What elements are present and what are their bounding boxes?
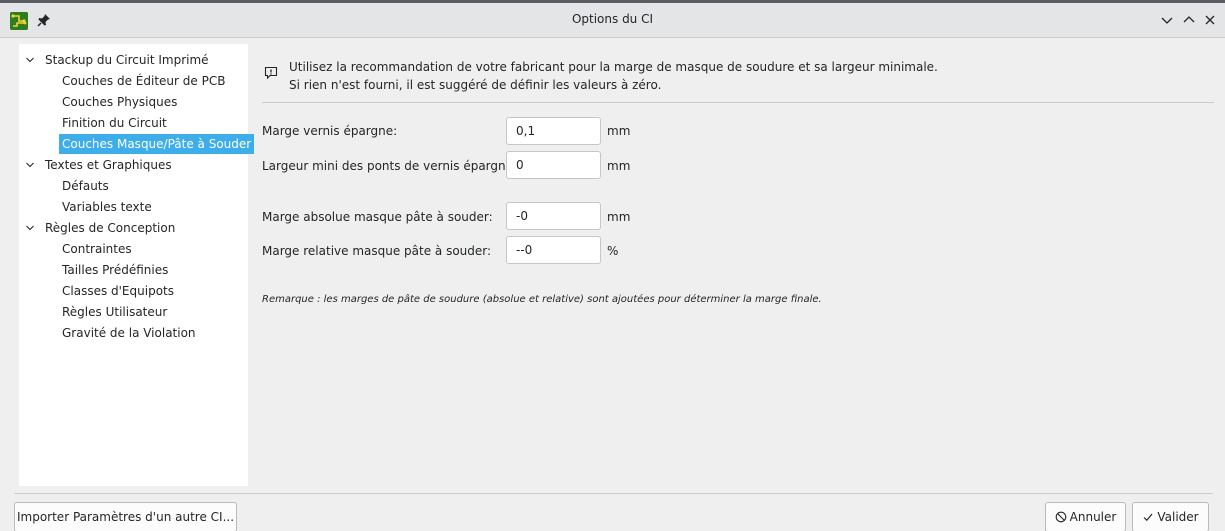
divider (262, 102, 1214, 103)
cancel-button-label: Annuler (1069, 510, 1117, 524)
chevron-down-icon[interactable] (25, 155, 45, 175)
tree-item-defaults[interactable]: Défauts (59, 176, 112, 196)
tree-item-violation-severity[interactable]: Gravité de la Violation (59, 323, 199, 343)
paste-abs-clearance-input[interactable]: -0 (506, 202, 601, 230)
ok-button[interactable]: Valider (1132, 502, 1209, 531)
tree-item-net-classes[interactable]: Classes d'Equipots (59, 281, 177, 301)
title-bar: Options du CI (0, 0, 1225, 38)
paste-rel-clearance-input[interactable]: --0 (506, 236, 601, 264)
settings-panel: Utilisez la recommandation de votre fabr… (248, 44, 1225, 494)
tree-item-physical-layers[interactable]: Couches Physiques (59, 92, 180, 112)
tree-item-constraints[interactable]: Contraintes (59, 239, 135, 259)
ok-button-label: Valider (1157, 510, 1199, 524)
tree-item-predefined-sizes[interactable]: Tailles Prédéfinies (59, 260, 171, 280)
tree-group-label: Stackup du Circuit Imprimé (45, 53, 209, 67)
cancel-button[interactable]: Annuler (1045, 502, 1126, 531)
solder-mask-clearance-label: Marge vernis épargne: (262, 124, 398, 138)
cancel-icon (1055, 511, 1067, 523)
maximize-button[interactable] (1180, 11, 1198, 29)
solder-mask-min-width-label: Largeur mini des ponts de vernis épargne… (262, 159, 518, 173)
chevron-down-icon (1161, 17, 1173, 24)
info-text-line-1: Utilisez la recommandation de votre fabr… (289, 60, 938, 74)
solder-mask-clearance-input[interactable]: 0,1 (506, 117, 601, 145)
check-icon (1143, 513, 1153, 522)
chevron-down-icon[interactable] (25, 218, 45, 238)
tree-item-solder-mask-paste[interactable]: Couches Masque/Pâte à Souder (59, 134, 255, 154)
minimize-button[interactable] (1158, 11, 1176, 29)
solder-mask-clearance-unit: mm (607, 124, 631, 138)
tree-item-pcb-editor-layers[interactable]: Couches de Éditeur de PCB (59, 71, 228, 91)
chevron-up-icon (1183, 16, 1195, 23)
tree-group-design-rules[interactable]: Règles de Conception (25, 218, 175, 238)
tree-group-stackup[interactable]: Stackup du Circuit Imprimé (25, 50, 209, 70)
info-icon (264, 66, 278, 80)
title-bar-top-strip (0, 0, 1225, 3)
settings-tree: Stackup du Circuit Imprimé Couches de Éd… (19, 44, 255, 486)
chevron-down-icon[interactable] (25, 50, 45, 70)
close-icon (1205, 15, 1215, 25)
solder-mask-min-width-unit: mm (607, 159, 631, 173)
window-title: Options du CI (571, 12, 654, 26)
tree-item-text-variables[interactable]: Variables texte (59, 197, 155, 217)
remark-note: Remarque : les marges de pâte de soudure… (262, 294, 822, 305)
close-button[interactable] (1201, 11, 1219, 29)
paste-abs-clearance-unit: mm (607, 210, 631, 224)
tree-group-label: Textes et Graphiques (45, 158, 172, 172)
solder-mask-min-width-input[interactable]: 0 (506, 151, 601, 179)
tree-item-board-finish[interactable]: Finition du Circuit (59, 113, 170, 133)
paste-rel-clearance-unit: % (607, 244, 619, 258)
paste-abs-clearance-label: Marge absolue masque pâte à souder: (262, 210, 493, 224)
bottom-divider (14, 493, 1213, 494)
tree-item-custom-rules[interactable]: Règles Utilisateur (59, 302, 170, 322)
info-text-line-2: Si rien n'est fourni, il est suggéré de … (289, 78, 662, 92)
paste-rel-clearance-label: Marge relative masque pâte à souder: (262, 244, 492, 258)
tree-group-label: Règles de Conception (45, 221, 176, 235)
tree-group-text-graphics[interactable]: Textes et Graphiques (25, 155, 172, 175)
import-settings-button[interactable]: Importer Paramètres d'un autre CI... (14, 502, 237, 531)
